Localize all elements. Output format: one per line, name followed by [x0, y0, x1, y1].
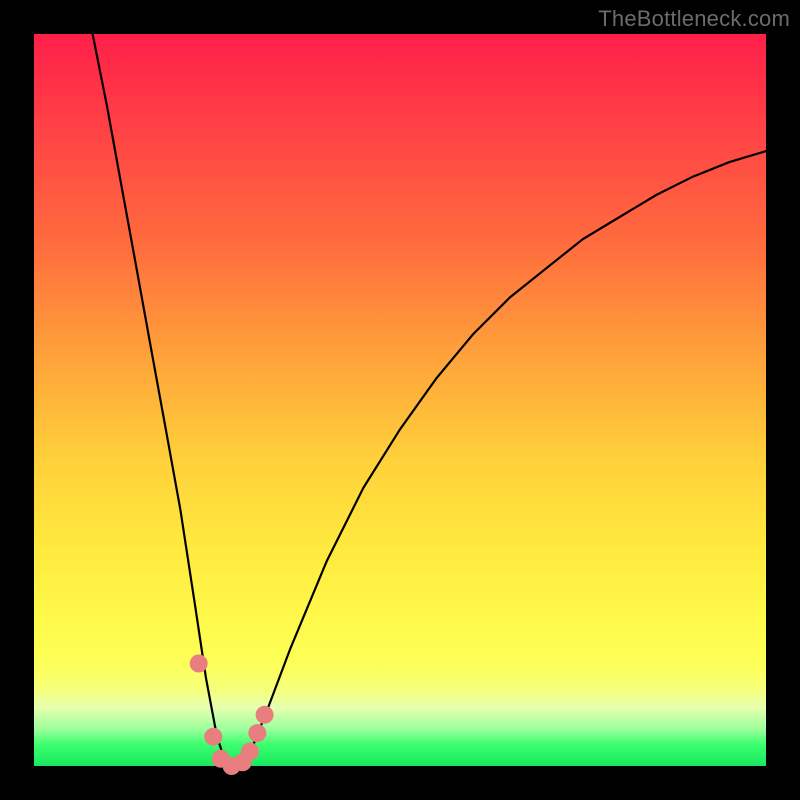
marker-dot	[248, 724, 266, 742]
marker-dot	[190, 655, 208, 673]
plot-area	[34, 34, 766, 766]
curve-markers	[190, 655, 274, 776]
watermark-text: TheBottleneck.com	[598, 6, 790, 32]
chart-frame: TheBottleneck.com	[0, 0, 800, 800]
marker-dot	[256, 706, 274, 724]
curve-svg	[34, 34, 766, 766]
marker-dot	[241, 742, 259, 760]
marker-dot	[204, 728, 222, 746]
